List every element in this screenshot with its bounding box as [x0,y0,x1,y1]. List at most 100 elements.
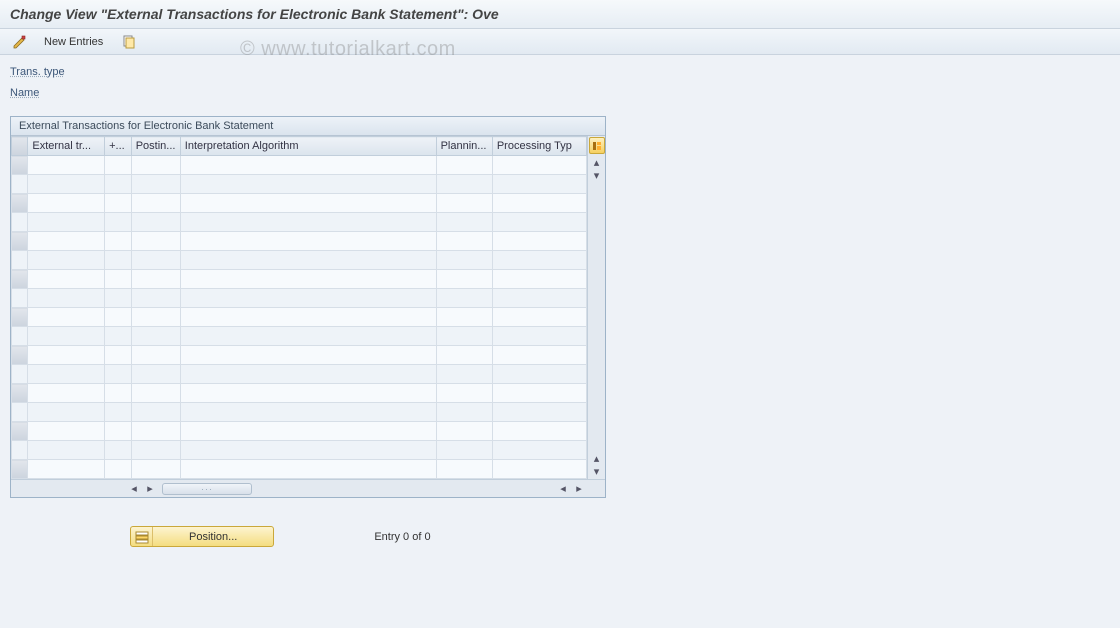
table-cell[interactable] [105,156,132,175]
table-cell[interactable] [28,384,105,403]
table-cell[interactable] [436,365,492,384]
table-cell[interactable] [492,251,586,270]
table-cell[interactable] [180,194,436,213]
table-row[interactable] [12,327,587,346]
table-row[interactable] [12,308,587,327]
table-cell[interactable] [492,270,586,289]
table-cell[interactable] [131,270,180,289]
table-cell[interactable] [131,232,180,251]
table-row[interactable] [12,460,587,479]
table-cell[interactable] [28,156,105,175]
table-settings-icon[interactable] [589,137,605,154]
table-row[interactable] [12,289,587,308]
table-cell[interactable] [492,194,586,213]
table-cell[interactable] [492,308,586,327]
table-cell[interactable] [131,365,180,384]
table-cell[interactable] [28,460,105,479]
col-planning[interactable]: Plannin... [436,137,492,156]
table-cell[interactable] [131,422,180,441]
h-scroll-left-arrow-icon[interactable]: ◂ [126,481,142,497]
table-cell[interactable] [180,403,436,422]
row-selector-cell[interactable] [12,365,28,384]
table-cell[interactable] [28,251,105,270]
table-cell[interactable] [492,422,586,441]
row-selector-cell[interactable] [12,270,28,289]
horizontal-scrollbar[interactable]: ◂ ▸ ··· ◂ ▸ [11,479,605,497]
row-selector-cell[interactable] [12,460,28,479]
table-row[interactable] [12,441,587,460]
table-cell[interactable] [28,365,105,384]
table-cell[interactable] [436,232,492,251]
table-cell[interactable] [180,327,436,346]
row-selector-cell[interactable] [12,403,28,422]
table-row[interactable] [12,365,587,384]
col-sign[interactable]: +... [105,137,132,156]
row-selector-cell[interactable] [12,384,28,403]
table-row[interactable] [12,175,587,194]
table-cell[interactable] [105,441,132,460]
table-cell[interactable] [436,251,492,270]
table-cell[interactable] [180,460,436,479]
table-cell[interactable] [436,384,492,403]
col-processing-type[interactable]: Processing Typ [492,137,586,156]
table-cell[interactable] [28,194,105,213]
table-cell[interactable] [105,194,132,213]
table-cell[interactable] [131,194,180,213]
table-cell[interactable] [105,384,132,403]
row-selector-cell[interactable] [12,308,28,327]
table-cell[interactable] [28,270,105,289]
table-cell[interactable] [105,403,132,422]
table-cell[interactable] [105,251,132,270]
row-selector-cell[interactable] [12,194,28,213]
table-cell[interactable] [28,327,105,346]
table-cell[interactable] [28,175,105,194]
table-cell[interactable] [492,327,586,346]
table-row[interactable] [12,346,587,365]
table-cell[interactable] [180,365,436,384]
col-external-trans[interactable]: External tr... [28,137,105,156]
table-row[interactable] [12,232,587,251]
table-cell[interactable] [436,156,492,175]
table-cell[interactable] [436,175,492,194]
row-selector-cell[interactable] [12,232,28,251]
new-entries-button[interactable]: New Entries [40,32,109,52]
table-cell[interactable] [105,365,132,384]
table-cell[interactable] [131,441,180,460]
table-cell[interactable] [131,384,180,403]
table-cell[interactable] [492,441,586,460]
scroll-down-bottom-arrow-icon[interactable]: ▾ [589,463,605,479]
row-selector-cell[interactable] [12,441,28,460]
table-cell[interactable] [436,194,492,213]
row-selector-cell[interactable] [12,213,28,232]
table-cell[interactable] [436,308,492,327]
table-cell[interactable] [131,403,180,422]
row-selector-cell[interactable] [12,327,28,346]
h-scroll-thumb[interactable]: ··· [162,483,252,495]
table-cell[interactable] [28,289,105,308]
row-selector-cell[interactable] [12,346,28,365]
table-cell[interactable] [28,213,105,232]
table-cell[interactable] [436,270,492,289]
table-cell[interactable] [180,422,436,441]
table-cell[interactable] [436,422,492,441]
table-cell[interactable] [180,384,436,403]
data-table[interactable]: External tr... +... Postin... Interpreta… [11,136,587,479]
h-scroll-right2-arrow-icon[interactable]: ▸ [571,481,587,497]
table-cell[interactable] [131,289,180,308]
table-row[interactable] [12,194,587,213]
table-cell[interactable] [492,213,586,232]
table-cell[interactable] [131,460,180,479]
position-button[interactable]: Position... [130,526,274,547]
row-selector-cell[interactable] [12,156,28,175]
col-interpretation-algorithm[interactable]: Interpretation Algorithm [180,137,436,156]
detail-view-button[interactable] [10,32,30,52]
table-row[interactable] [12,270,587,289]
table-cell[interactable] [105,327,132,346]
h-scroll-right-arrow-icon[interactable]: ▸ [142,481,158,497]
table-cell[interactable] [492,156,586,175]
table-cell[interactable] [28,232,105,251]
table-cell[interactable] [180,213,436,232]
row-selector-cell[interactable] [12,251,28,270]
table-cell[interactable] [180,232,436,251]
table-row[interactable] [12,251,587,270]
